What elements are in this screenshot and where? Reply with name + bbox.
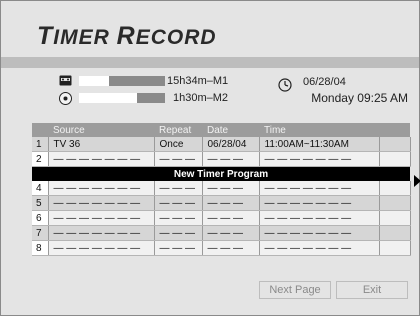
row-repeat: — — —: [154, 181, 203, 196]
row-source: — — — — — — —: [48, 181, 155, 196]
row-repeat: Once: [154, 137, 203, 152]
disc-icon: [59, 92, 72, 105]
timer-record-screen: TIMER RECORD 15h34m–M1 1h30m–M2 06/28/04…: [0, 0, 420, 316]
row-index: 5: [32, 195, 49, 211]
new-timer-program-row[interactable]: New Timer Program: [32, 166, 410, 181]
row-repeat: — — —: [154, 151, 203, 167]
row-extra: [379, 195, 411, 211]
row-date: — — —: [202, 225, 260, 241]
media-2-remaining: 1h30m–M2: [173, 92, 229, 104]
row-source: — — — — — — —: [48, 240, 155, 256]
row-date: 06/28/04: [202, 137, 260, 152]
header-date: Date: [202, 123, 259, 137]
row-extra: [379, 151, 411, 167]
title-part-1: IMER: [53, 26, 117, 49]
table-row[interactable]: 7 — — — — — — — — — — — — — — — — — — — …: [32, 225, 411, 241]
table-header-row: Source Repeat Date Time: [32, 123, 410, 137]
row-time: — — — — — — —: [259, 240, 380, 256]
header-source: Source: [48, 123, 154, 137]
clock-icon: [278, 78, 292, 92]
next-page-button[interactable]: Next Page: [259, 281, 331, 299]
row-time: — — — — — — —: [259, 225, 380, 241]
row-index: 8: [32, 240, 49, 256]
row-source: — — — — — — —: [48, 151, 155, 167]
header-band: [1, 57, 419, 68]
row-extra: [379, 181, 411, 196]
row-repeat: — — —: [154, 195, 203, 211]
row-time: — — — — — — —: [259, 195, 380, 211]
header-repeat: Repeat: [154, 123, 202, 137]
row-source: TV 36: [48, 137, 155, 152]
header-extra: [379, 123, 410, 137]
title-part-2: ECORD: [135, 26, 217, 49]
exit-button[interactable]: Exit: [336, 281, 408, 299]
table-row[interactable]: 2 — — — — — — — — — — — — — — — — — — — …: [32, 151, 411, 167]
row-date: — — —: [202, 210, 260, 226]
selection-pointer-icon: [414, 175, 420, 187]
cassette-icon: [59, 75, 72, 86]
row-repeat: — — —: [154, 225, 203, 241]
row-index: 6: [32, 210, 49, 226]
row-time: — — — — — — —: [259, 181, 380, 196]
media-2-used-fill: [137, 93, 165, 103]
title-initial-t: T: [37, 22, 54, 50]
media-1-remaining: 15h34m–M1: [167, 75, 229, 87]
row-date: — — —: [202, 240, 260, 256]
header-index: [32, 123, 48, 137]
row-extra: [379, 137, 411, 152]
timer-program-table: Source Repeat Date Time 1 TV 36 Once 06/…: [32, 123, 411, 256]
row-time: — — — — — — —: [259, 151, 380, 167]
new-timer-program-label[interactable]: New Timer Program: [32, 166, 410, 181]
current-date: 06/28/04: [303, 76, 346, 88]
row-time: — — — — — — —: [259, 210, 380, 226]
row-source: — — — — — — —: [48, 195, 155, 211]
row-index: 2: [32, 151, 49, 167]
row-extra: [379, 210, 411, 226]
page-title: TIMER RECORD: [37, 22, 217, 51]
media-1-used-fill: [109, 76, 165, 86]
row-date: — — —: [202, 181, 260, 196]
row-source: — — — — — — —: [48, 225, 155, 241]
row-repeat: — — —: [154, 210, 203, 226]
table-row[interactable]: 1 TV 36 Once 06/28/04 11:00AM~11:30AM: [32, 137, 411, 152]
row-index: 7: [32, 225, 49, 241]
table-row[interactable]: 5 — — — — — — — — — — — — — — — — — — — …: [32, 195, 411, 211]
row-source: — — — — — — —: [48, 210, 155, 226]
row-index: 1: [32, 137, 49, 152]
header-time: Time: [259, 123, 379, 137]
row-date: — — —: [202, 151, 260, 167]
title-initial-r: R: [116, 22, 136, 50]
row-extra: [379, 225, 411, 241]
row-extra: [379, 240, 411, 256]
table-row[interactable]: 6 — — — — — — — — — — — — — — — — — — — …: [32, 210, 411, 226]
table-row[interactable]: 4 — — — — — — — — — — — — — — — — — — — …: [32, 181, 411, 196]
current-day-time: Monday 09:25 AM: [311, 91, 408, 105]
table-row[interactable]: 8 — — — — — — — — — — — — — — — — — — — …: [32, 240, 411, 256]
row-index: 4: [32, 181, 49, 196]
row-repeat: — — —: [154, 240, 203, 256]
row-time: 11:00AM~11:30AM: [259, 137, 380, 152]
row-date: — — —: [202, 195, 260, 211]
